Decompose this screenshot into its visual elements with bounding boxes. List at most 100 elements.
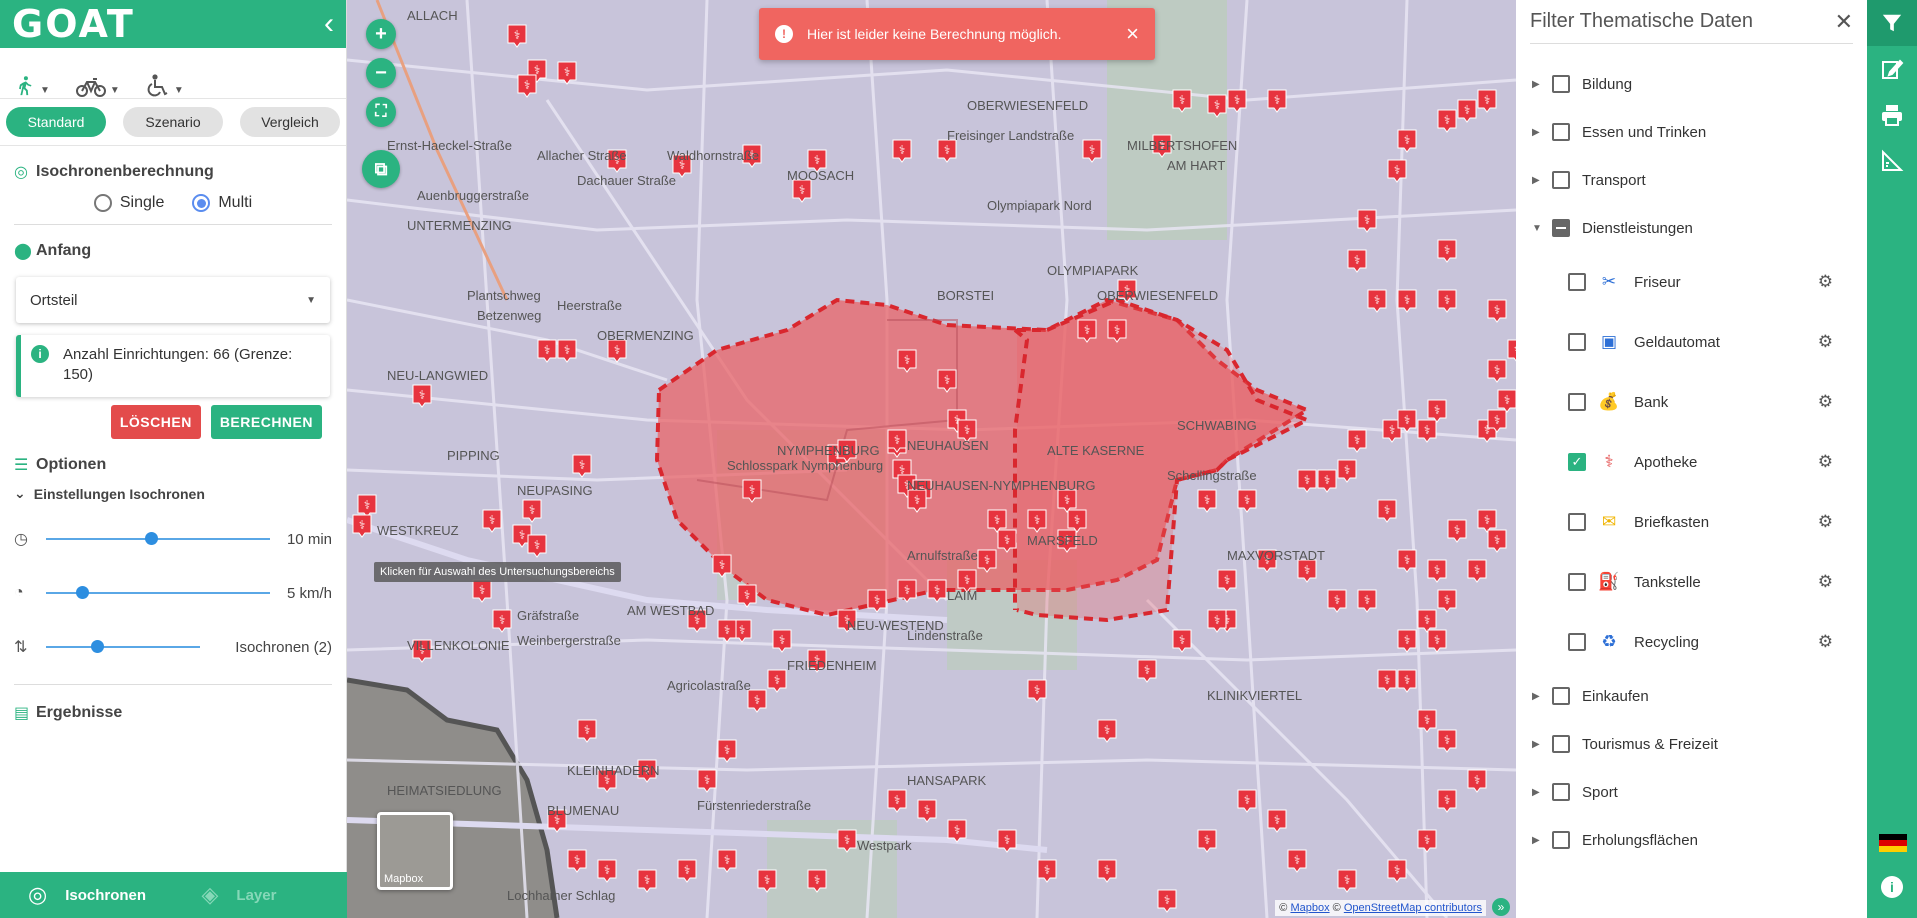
poi-row[interactable]: 💰 Bank ⚙ <box>1516 372 1867 432</box>
category-checkbox[interactable] <box>1552 75 1570 93</box>
pharmacy-marker-icon[interactable]: ⚕ <box>1377 499 1397 523</box>
mapbox-link[interactable]: Mapbox <box>1290 902 1329 914</box>
pharmacy-marker-icon[interactable]: ⚕ <box>677 859 697 883</box>
print-tool[interactable] <box>1867 92 1917 138</box>
pharmacy-marker-icon[interactable]: ⚕ <box>1457 99 1477 123</box>
pharmacy-marker-icon[interactable]: ⚕ <box>522 499 542 523</box>
poi-row[interactable]: ✉ Briefkasten ⚙ <box>1516 492 1867 552</box>
pharmacy-marker-icon[interactable]: ⚕ <box>1487 359 1507 383</box>
poi-checkbox[interactable] <box>1568 393 1586 411</box>
pharmacy-marker-icon[interactable]: ⚕ <box>737 584 757 608</box>
slider-handle[interactable] <box>75 586 89 599</box>
poi-row[interactable]: ✓ ⚕ Apotheke ⚙ <box>1516 432 1867 492</box>
pharmacy-marker-icon[interactable]: ⚕ <box>867 589 887 613</box>
category-row[interactable]: ▶ Bildung <box>1516 60 1867 108</box>
pharmacy-marker-icon[interactable]: ⚕ <box>1467 769 1487 793</box>
poi-row[interactable]: ♻ Recycling ⚙ <box>1516 612 1867 672</box>
pharmacy-marker-icon[interactable]: ⚕ <box>607 339 627 363</box>
pharmacy-marker-icon[interactable]: ⚕ <box>1357 589 1377 613</box>
close-icon[interactable]: × <box>1126 21 1139 47</box>
pharmacy-marker-icon[interactable]: ⚕ <box>1037 859 1057 883</box>
slider-handle[interactable] <box>90 640 104 653</box>
pharmacy-marker-icon[interactable]: ⚕ <box>1447 519 1467 543</box>
pharmacy-marker-icon[interactable]: ⚕ <box>1397 629 1417 653</box>
gear-icon[interactable]: ⚙ <box>1818 332 1833 352</box>
poi-checkbox[interactable] <box>1568 333 1586 351</box>
pharmacy-marker-icon[interactable]: ⚕ <box>412 384 432 408</box>
gear-icon[interactable]: ⚙ <box>1818 452 1833 472</box>
pharmacy-marker-icon[interactable]: ⚕ <box>1437 589 1457 613</box>
caret-right-icon[interactable]: ▶ <box>1532 79 1546 90</box>
measure-tool[interactable] <box>1867 138 1917 184</box>
pharmacy-marker-icon[interactable]: ⚕ <box>1237 789 1257 813</box>
category-checkbox[interactable] <box>1552 831 1570 849</box>
pharmacy-marker-icon[interactable]: ⚕ <box>1317 469 1337 493</box>
pharmacy-marker-icon[interactable]: ⚕ <box>772 629 792 653</box>
map-area[interactable]: ⚕ ⚕ ⚕ ⚕ ⚕ ⚕ ⚕ ⚕ ⚕ ⚕ ⚕ ⚕ ⚕ ⚕ ⚕ ⚕ ⚕ ⚕ ⚕ ⚕ ⚕ ⚕ ⚕ ⚕ ⚕ ⚕ ⚕ ⚕ ⚕ ⚕ ⚕ ⚕ ⚕ ⚕ ⚕ ⚕ ⚕ ⚕ ⚕ ⚕… <box>347 0 1516 918</box>
basemap-switcher[interactable]: Mapbox <box>377 812 453 890</box>
pharmacy-marker-icon[interactable]: ⚕ <box>887 789 907 813</box>
caret-right-icon[interactable]: ▶ <box>1532 739 1546 750</box>
slider-handle[interactable] <box>145 532 159 545</box>
pharmacy-marker-icon[interactable]: ⚕ <box>1347 249 1367 273</box>
poi-checkbox[interactable] <box>1568 273 1586 291</box>
poi-row[interactable]: ⛽ Tankstelle ⚙ <box>1516 552 1867 612</box>
pharmacy-marker-icon[interactable]: ⚕ <box>792 179 812 203</box>
category-row[interactable]: ▶ Einkaufen <box>1516 672 1867 720</box>
caret-right-icon[interactable]: ▶ <box>1532 787 1546 798</box>
wheelchair-mode[interactable]: ▼ <box>146 60 184 98</box>
pharmacy-marker-icon[interactable]: ⚕ <box>1437 289 1457 313</box>
pharmacy-marker-icon[interactable]: ⚕ <box>917 799 937 823</box>
pharmacy-marker-icon[interactable]: ⚕ <box>1297 469 1317 493</box>
pharmacy-marker-icon[interactable]: ⚕ <box>1097 859 1117 883</box>
nav-layer[interactable]: ◈ Layer <box>174 882 348 908</box>
bicycle-mode[interactable]: ▼ <box>75 60 120 98</box>
gear-icon[interactable]: ⚙ <box>1818 392 1833 412</box>
category-checkbox[interactable] <box>1552 123 1570 141</box>
pharmacy-marker-icon[interactable]: ⚕ <box>637 869 657 893</box>
category-row[interactable]: ▶ Tourismus & Freizeit <box>1516 720 1867 768</box>
pharmacy-marker-icon[interactable]: ⚕ <box>537 339 557 363</box>
pharmacy-marker-icon[interactable]: ⚕ <box>1497 389 1516 413</box>
poi-checkbox[interactable] <box>1568 513 1586 531</box>
pharmacy-marker-icon[interactable]: ⚕ <box>1417 419 1437 443</box>
osm-link[interactable]: OpenStreetMap contributors <box>1344 902 1482 914</box>
pharmacy-marker-icon[interactable]: ⚕ <box>1387 859 1407 883</box>
filter-tool[interactable] <box>1867 0 1917 46</box>
pharmacy-marker-icon[interactable]: ⚕ <box>927 579 947 603</box>
pharmacy-marker-icon[interactable]: ⚕ <box>1477 89 1497 113</box>
pharmacy-marker-icon[interactable]: ⚕ <box>1437 109 1457 133</box>
pharmacy-marker-icon[interactable]: ⚕ <box>717 619 737 643</box>
pharmacy-marker-icon[interactable]: ⚕ <box>897 579 917 603</box>
pharmacy-marker-icon[interactable]: ⚕ <box>352 514 372 538</box>
pharmacy-marker-icon[interactable]: ⚕ <box>1297 559 1317 583</box>
results-header[interactable]: ▤ Ergebnisse <box>14 699 332 727</box>
category-row[interactable]: ▼ Dienstleistungen <box>1516 204 1867 252</box>
close-icon[interactable]: ✕ <box>1835 9 1853 35</box>
pharmacy-marker-icon[interactable]: ⚕ <box>892 139 912 163</box>
map-canvas[interactable]: ⚕ ⚕ ⚕ ⚕ ⚕ ⚕ ⚕ ⚕ ⚕ ⚕ ⚕ ⚕ ⚕ ⚕ ⚕ ⚕ ⚕ ⚕ ⚕ ⚕ ⚕ ⚕ ⚕ ⚕ ⚕ ⚕ ⚕ ⚕ ⚕ ⚕ ⚕ ⚕ ⚕ ⚕ ⚕ ⚕ ⚕ ⚕ ⚕ ⚕… <box>347 0 1516 918</box>
start-type-select[interactable]: Ortsteil ▼ <box>16 277 330 323</box>
pharmacy-marker-icon[interactable]: ⚕ <box>1427 559 1447 583</box>
pharmacy-marker-icon[interactable]: ⚕ <box>1437 239 1457 263</box>
category-row[interactable]: ▶ Sport <box>1516 768 1867 816</box>
pharmacy-marker-icon[interactable]: ⚕ <box>597 859 617 883</box>
pharmacy-marker-icon[interactable]: ⚕ <box>1427 399 1447 423</box>
category-checkbox[interactable] <box>1552 171 1570 189</box>
delete-button[interactable]: LÖSCHEN <box>110 405 201 439</box>
collapse-panel-icon[interactable]: ‹ <box>324 9 334 39</box>
zoom-out-button[interactable]: − <box>366 58 396 88</box>
pharmacy-marker-icon[interactable]: ⚕ <box>1387 159 1407 183</box>
pharmacy-marker-icon[interactable]: ⚕ <box>1082 139 1102 163</box>
pharmacy-marker-icon[interactable]: ⚕ <box>1337 459 1357 483</box>
poi-checkbox[interactable] <box>1568 573 1586 591</box>
category-row[interactable]: ▶ Transport <box>1516 156 1867 204</box>
pharmacy-marker-icon[interactable]: ⚕ <box>1487 529 1507 553</box>
pharmacy-marker-icon[interactable]: ⚕ <box>357 494 377 518</box>
pharmacy-marker-icon[interactable]: ⚕ <box>1197 829 1217 853</box>
pharmacy-marker-icon[interactable]: ⚕ <box>557 339 577 363</box>
poi-checkbox[interactable] <box>1568 633 1586 651</box>
pharmacy-marker-icon[interactable]: ⚕ <box>1287 849 1307 873</box>
category-row[interactable]: ▶ Essen und Trinken <box>1516 108 1867 156</box>
pharmacy-marker-icon[interactable]: ⚕ <box>577 719 597 743</box>
